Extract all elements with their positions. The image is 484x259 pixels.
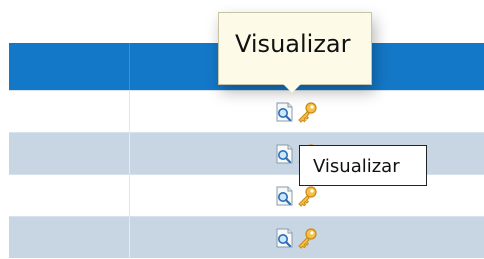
column-divider — [129, 175, 130, 216]
grid-header-column[interactable] — [9, 43, 130, 90]
tooltip-arrow — [283, 84, 301, 93]
column-divider — [129, 91, 130, 132]
tooltip-text: Visualizar — [313, 156, 400, 177]
table-row — [9, 216, 484, 258]
column-divider — [129, 217, 130, 258]
table-row — [9, 90, 484, 132]
key-icon[interactable] — [296, 227, 318, 249]
key-icon[interactable] — [296, 185, 318, 207]
view-icon[interactable] — [274, 185, 296, 207]
row-actions — [274, 101, 320, 125]
view-icon[interactable] — [274, 101, 296, 123]
tooltip-visualizar: Visualizar — [218, 12, 372, 93]
key-icon[interactable] — [296, 101, 318, 123]
tooltip-visualizar-native: Visualizar — [299, 145, 427, 186]
tooltip-text: Visualizar — [235, 30, 351, 58]
view-icon[interactable] — [274, 227, 296, 249]
row-actions — [274, 185, 320, 209]
column-divider — [129, 133, 130, 174]
view-icon[interactable] — [274, 143, 296, 165]
row-actions — [274, 227, 320, 251]
